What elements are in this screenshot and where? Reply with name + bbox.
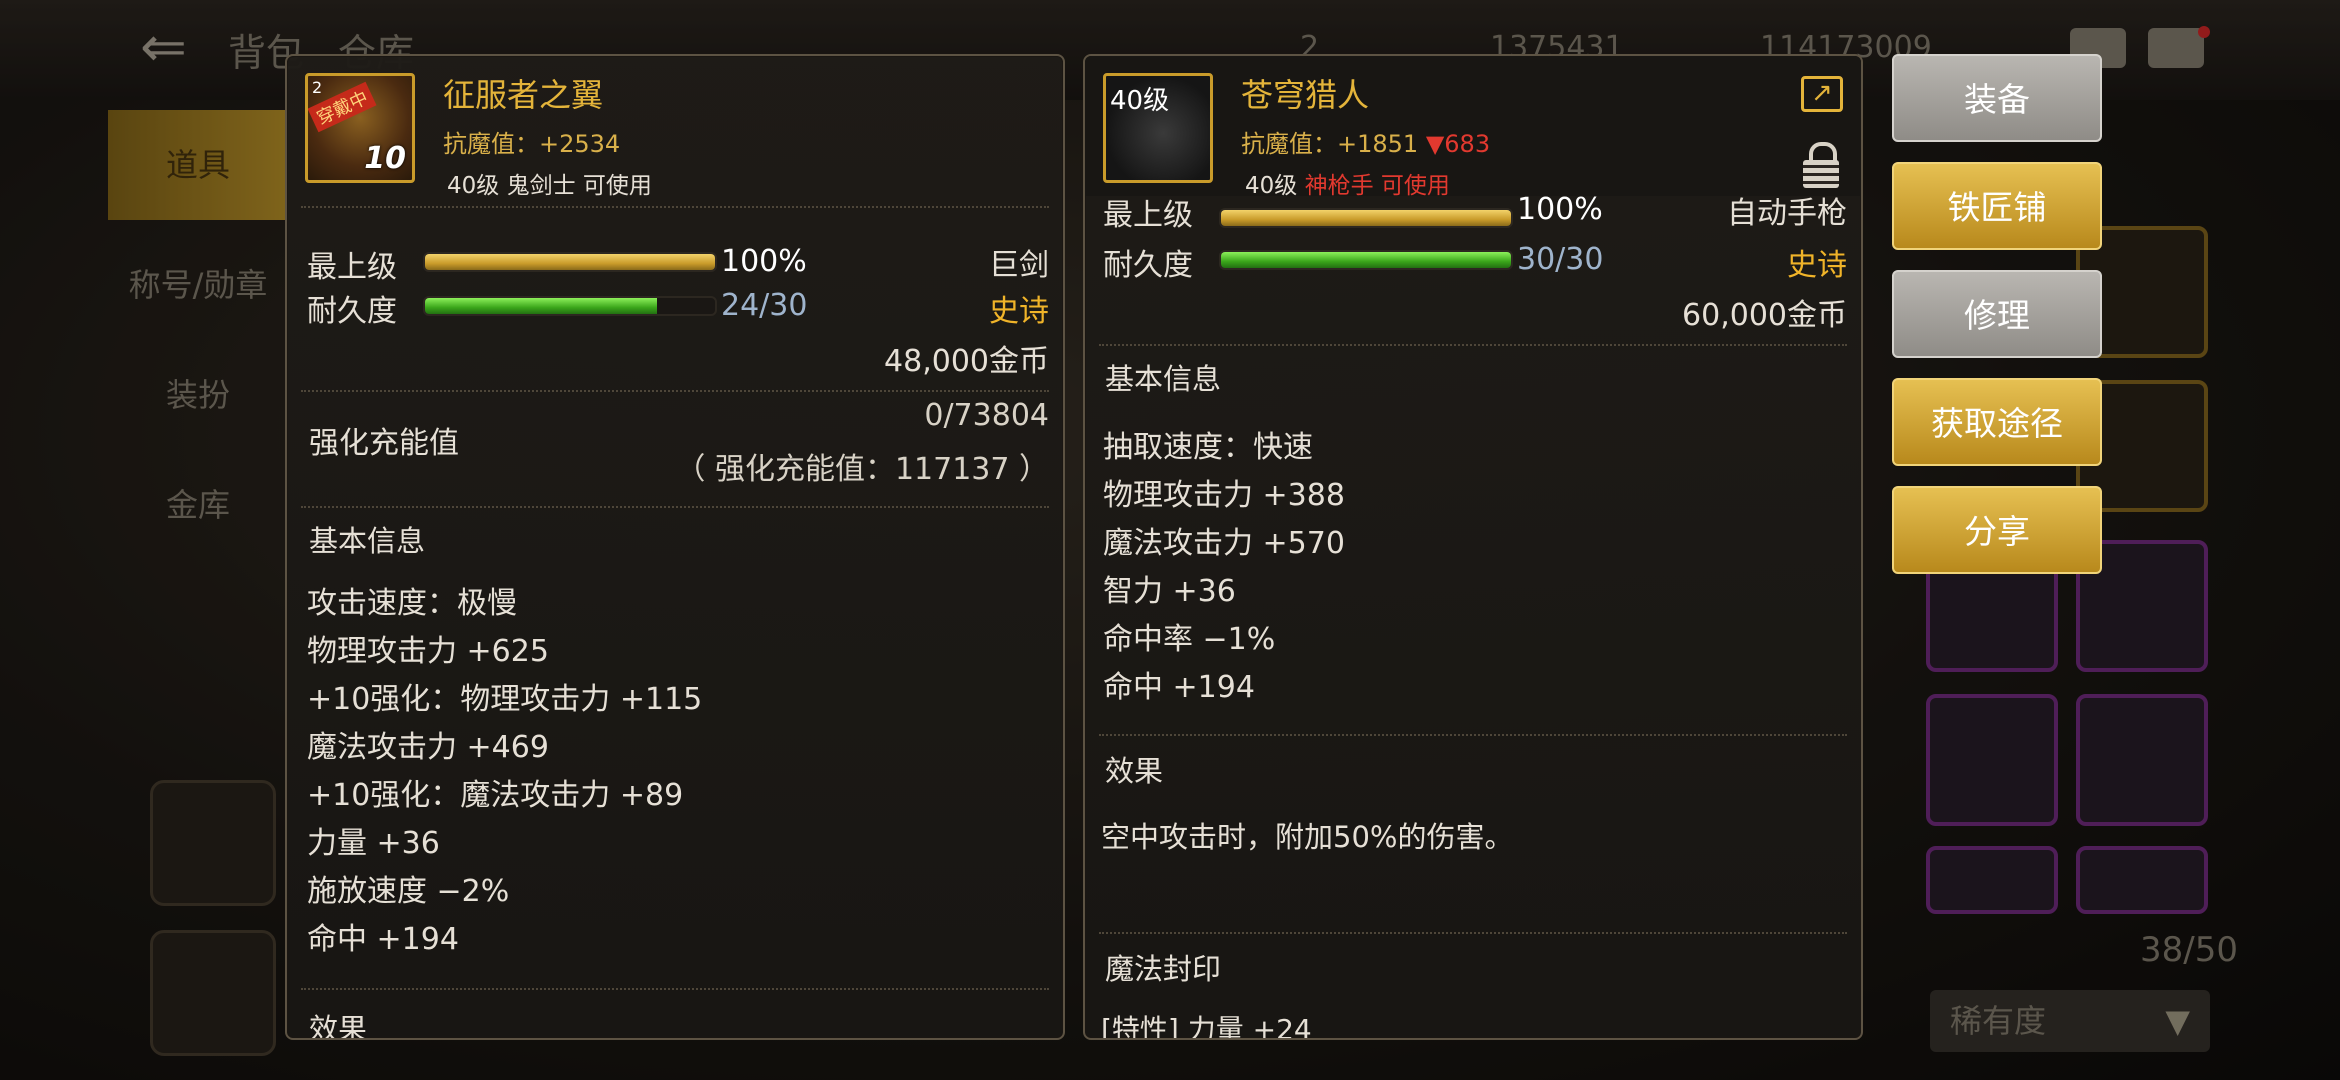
- sort-label: 稀有度: [1950, 1002, 2047, 1040]
- seal-title: 魔法封印: [1105, 952, 1222, 986]
- magic-resist: 抗魔值：+1851 ▼683: [1241, 130, 1491, 158]
- divider: [301, 988, 1049, 990]
- durability-label: 耐久度: [1103, 248, 1193, 283]
- rarity-label: 史诗: [1787, 248, 1847, 283]
- resist-diff: ▼683: [1425, 130, 1491, 158]
- durability-bar: [1219, 250, 1513, 270]
- effect-title: 效果: [309, 1012, 368, 1040]
- sort-dropdown[interactable]: 稀有度 ▼: [1930, 990, 2210, 1052]
- divider: [1099, 734, 1847, 736]
- stat-line: +10强化：物理攻击力 +115: [307, 682, 703, 717]
- divider: [1099, 932, 1847, 934]
- effect-text: 空中攻击时，附加50%的伤害。: [1101, 820, 1514, 854]
- grade-bar: [423, 252, 717, 272]
- nav-item-avatar[interactable]: 装扮: [108, 340, 288, 450]
- inventory-slot[interactable]: [2076, 846, 2208, 914]
- charge-value: 0/73804: [924, 398, 1049, 433]
- item-price: 48,000金币: [884, 344, 1049, 379]
- stat-line: 命中率 −1%: [1103, 622, 1276, 657]
- lock-icon[interactable]: [1803, 142, 1839, 188]
- stat-line: +10强化：魔法攻击力 +89: [307, 778, 684, 813]
- equipped-item-tooltip: 2 穿戴中 10 征服者之翼 抗魔值：+2534 40级 鬼剑士 可使用 最上级…: [285, 54, 1065, 1040]
- nav-item-titles[interactable]: 称号/勋章: [108, 230, 288, 340]
- durability-bar: [423, 296, 717, 316]
- divider: [301, 206, 1049, 208]
- stat-line: 魔法攻击力 +469: [307, 730, 549, 765]
- tooltip-header: 2 穿戴中 10 征服者之翼 抗魔值：+2534 40级 鬼剑士 可使用: [287, 56, 1063, 199]
- stat-line: 智力 +36: [1103, 574, 1236, 609]
- weapon-type: 巨剑: [989, 248, 1049, 283]
- rarity-label: 史诗: [989, 294, 1049, 329]
- back-arrow-icon[interactable]: ⇐: [140, 18, 210, 78]
- enhance-level: 10: [364, 141, 406, 176]
- divider: [301, 506, 1049, 508]
- seal-line: [特性] 力量 +24: [1101, 1013, 1312, 1040]
- inventory-slot[interactable]: [2076, 694, 2208, 826]
- stat-line: 力量 +36: [307, 826, 440, 861]
- obtain-source-button[interactable]: 获取途径: [1892, 378, 2102, 466]
- icon-level-text: 40级: [1110, 86, 1170, 116]
- compare-item-tooltip: 40级 苍穹猎人 抗魔值：+1851 ▼683 40级 神枪手 可使用 ↗ 最上…: [1083, 54, 1863, 1040]
- nav-item-items[interactable]: 道具: [108, 110, 288, 220]
- inventory-count: 38/50: [2140, 930, 2238, 970]
- durability-value: 24/30: [721, 288, 808, 323]
- stat-line: 施放速度 −2%: [307, 874, 510, 909]
- charge-total: （ 强化充能值：117137 ）: [675, 452, 1049, 487]
- grade-value: 100%: [721, 244, 807, 279]
- durability-label: 耐久度: [307, 294, 397, 329]
- stat-line: 物理攻击力 +388: [1103, 478, 1345, 513]
- nav-item-vault[interactable]: 金库: [108, 450, 288, 560]
- grade-label: 最上级: [1103, 198, 1193, 233]
- divider: [301, 390, 1049, 392]
- grade-bar: [1219, 208, 1513, 228]
- stat-line: 命中 +194: [1103, 670, 1255, 705]
- charge-label: 强化充能值: [309, 426, 459, 461]
- effect-title: 效果: [1105, 754, 1164, 788]
- share-button[interactable]: 分享: [1892, 486, 2102, 574]
- grade-label: 最上级: [307, 250, 397, 285]
- notification-dot: [2198, 26, 2210, 38]
- divider: [1099, 344, 1847, 346]
- shortcut-icon[interactable]: [150, 780, 276, 906]
- left-nav: 道具 称号/勋章 装扮 金库: [108, 110, 288, 560]
- share-icon[interactable]: ↗: [1801, 76, 1843, 112]
- stat-line: 魔法攻击力 +570: [1103, 526, 1345, 561]
- stat-line: 命中 +194: [307, 922, 459, 957]
- inventory-slot[interactable]: [1926, 846, 2058, 914]
- item-name: 征服者之翼: [443, 76, 604, 114]
- item-icon: 2 穿戴中 10: [305, 73, 415, 183]
- item-price: 60,000金币: [1682, 298, 1847, 333]
- grade-value: 100%: [1517, 192, 1603, 227]
- chat-icon[interactable]: [2148, 28, 2204, 68]
- requirement: 40级 鬼剑士 可使用: [447, 173, 652, 199]
- magic-resist: 抗魔值：+2534: [443, 130, 621, 158]
- tooltip-header: 40级 苍穹猎人 抗魔值：+1851 ▼683 40级 神枪手 可使用 ↗: [1085, 56, 1861, 199]
- icon-small-level: 2: [312, 78, 323, 97]
- durability-value: 30/30: [1517, 242, 1604, 277]
- shortcut-icon[interactable]: [150, 930, 276, 1056]
- basic-info-title: 基本信息: [1105, 362, 1222, 396]
- chevron-down-icon: ▼: [2165, 1002, 2190, 1040]
- stat-line: 攻击速度：极慢: [307, 586, 517, 621]
- stat-line: 物理攻击力 +625: [307, 634, 549, 669]
- blacksmith-button[interactable]: 铁匠铺: [1892, 162, 2102, 250]
- equip-button[interactable]: 装备: [1892, 54, 2102, 142]
- stat-line: 抽取速度：快速: [1103, 430, 1313, 465]
- inventory-slot[interactable]: [1926, 694, 2058, 826]
- basic-info-title: 基本信息: [309, 524, 426, 558]
- item-name: 苍穹猎人: [1241, 76, 1370, 114]
- item-icon: 40级: [1103, 73, 1213, 183]
- repair-button[interactable]: 修理: [1892, 270, 2102, 358]
- requirement-class: 神枪手 可使用: [1304, 173, 1450, 199]
- requirement: 40级 神枪手 可使用: [1245, 173, 1450, 199]
